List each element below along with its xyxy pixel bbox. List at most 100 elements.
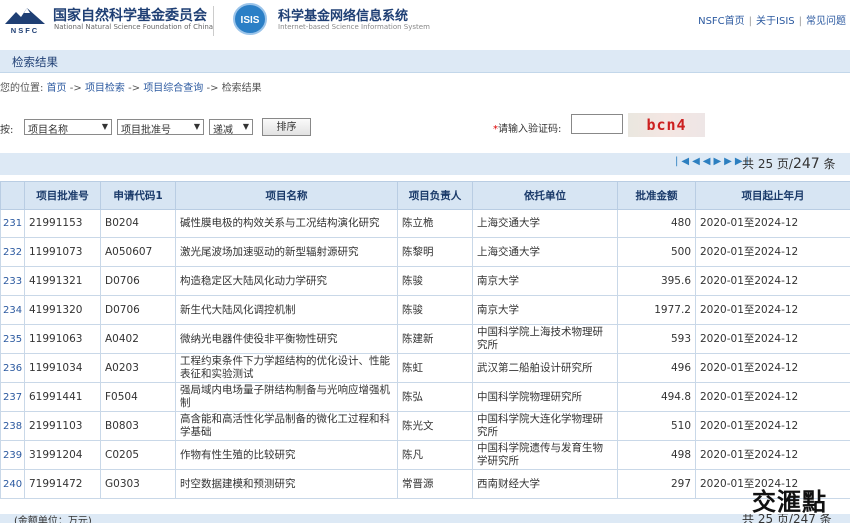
sort-order-select[interactable]: 递减 ▼ (209, 119, 253, 136)
cell-row-index[interactable]: 239 (0, 440, 25, 470)
cell-project-name[interactable]: 作物有性生殖的比较研究 (175, 440, 398, 470)
breadcrumb-home[interactable]: 首页 (47, 83, 67, 94)
cell-approval-no[interactable]: 71991472 (24, 469, 101, 499)
col-institution[interactable]: 依托单位 (472, 181, 618, 210)
cell-approval-no[interactable]: 11991063 (24, 324, 101, 354)
breadcrumb-prefix: 您的位置: (0, 83, 44, 94)
cell-period: 2020-01至2024-12 (695, 324, 850, 354)
cell-project-name[interactable]: 时空数据建模和预测研究 (175, 469, 398, 499)
cell-approval-no[interactable]: 41991321 (24, 266, 101, 296)
cell-institution: 武汉第二船舶设计研究所 (472, 353, 618, 383)
cell-pi-name: 陈弘 (397, 382, 473, 412)
table-row[interactable]: 240 71991472 G0303 时空数据建模和预测研究 常晋源 西南财经大学 297 2… (0, 469, 850, 499)
cell-pi-name: 陈骏 (397, 266, 473, 296)
cell-project-name[interactable]: 微纳光电器件使役非平衡物性研究 (175, 324, 398, 354)
about-isis-link[interactable]: 关于ISIS (756, 16, 795, 27)
cell-period: 2020-01至2024-12 (695, 440, 850, 470)
sort-field-select-1[interactable]: 项目名称 ▼ (24, 119, 112, 136)
table-row[interactable]: 231 21991153 B0204 碱性膜电极的构效关系与工况结构演化研究 陈立桅 上海… (0, 209, 850, 238)
cell-app-code: D0706 (100, 266, 176, 296)
cell-row-index[interactable]: 236 (0, 353, 25, 383)
cell-period: 2020-01至2024-12 (695, 353, 850, 383)
cell-project-name[interactable]: 高含能和高活性化学品制备的微化工过程和科学基础 (175, 411, 398, 441)
table-row[interactable]: 238 21991103 B0803 高含能和高活性化学品制备的微化工过程和科学基础陈… (0, 411, 850, 441)
breadcrumb-project-search[interactable]: 项目检索 (85, 83, 125, 94)
cell-pi-name: 常晋源 (397, 469, 473, 499)
cell-approval-no[interactable]: 11991073 (24, 237, 101, 267)
cell-app-code: G0303 (100, 469, 176, 499)
breadcrumb-composite-query[interactable]: 项目综合查询 (143, 83, 203, 94)
table-row[interactable]: 232 11991073 A050607 激光尾波场加速驱动的新型辐射源研究 陈黎明 上海… (0, 237, 850, 267)
cell-row-index[interactable]: 237 (0, 382, 25, 412)
cell-approval-no[interactable]: 21991103 (24, 411, 101, 441)
dropdown-arrow-icon: ▼ (242, 122, 249, 131)
cell-project-name[interactable]: 激光尾波场加速驱动的新型辐射源研究 (175, 237, 398, 267)
faq-link[interactable]: 常见问题 (806, 16, 846, 27)
cell-approval-no[interactable]: 61991441 (24, 382, 101, 412)
cell-approval-no[interactable]: 31991204 (24, 440, 101, 470)
sort-button[interactable]: 排序 (262, 118, 311, 136)
nsfc-logo[interactable]: NSFC (2, 3, 48, 35)
cell-project-name[interactable]: 构造稳定区大陆风化动力学研究 (175, 266, 398, 296)
table-row[interactable]: 236 11991034 A0203 工程约束条件下力学超结构的优化设计、性能表征和实… (0, 353, 850, 383)
sort-field-value-2: 项目批准号 (121, 125, 171, 136)
table-row[interactable]: 239 31991204 C0205 作物有性生殖的比较研究 陈凡 中国科学院遗传与发育生… (0, 440, 850, 470)
cell-period: 2020-01至2024-12 (695, 411, 850, 441)
cell-row-index[interactable]: 235 (0, 324, 25, 354)
first-page-icon[interactable]: |◀ (675, 156, 692, 167)
table-row[interactable]: 233 41991321 D0706 构造稳定区大陆风化动力学研究 陈骏 南京大学 395.… (0, 266, 850, 296)
nsfc-logo-text: NSFC (11, 26, 39, 35)
cell-amount: 498 (617, 440, 696, 470)
cell-approval-no[interactable]: 11991034 (24, 353, 101, 383)
breadcrumb-sep: -> (69, 83, 82, 94)
captcha-label: *请输入验证码: (493, 120, 561, 135)
org-name-cn: 国家自然科学基金委员会 (53, 8, 207, 24)
col-pi[interactable]: 项目负责人 (397, 181, 473, 210)
table-footer: (金额单位：万元) 共 25 页/247 条 (0, 514, 850, 523)
col-amount[interactable]: 批准金额 (617, 181, 696, 210)
cell-row-index[interactable]: 240 (0, 469, 25, 499)
col-index (0, 181, 25, 210)
prev-page-icon[interactable]: ◀◀ (692, 156, 713, 167)
captcha-input[interactable] (571, 114, 623, 134)
sort-field-select-2[interactable]: 项目批准号 ▼ (117, 119, 204, 136)
cell-institution: 中国科学院上海技术物理研究所 (472, 324, 618, 354)
results-table: 项目批准号 申请代码1 项目名称 项目负责人 依托单位 批准金额 项目起止年月 … (0, 181, 850, 499)
isis-logo[interactable]: ISIS (230, 1, 270, 37)
page-count-post: 条 (819, 157, 836, 171)
col-period[interactable]: 项目起止年月 (695, 181, 850, 210)
cell-period: 2020-01至2024-12 (695, 382, 850, 412)
cell-row-index[interactable]: 234 (0, 295, 25, 325)
cell-row-index[interactable]: 232 (0, 237, 25, 267)
table-row[interactable]: 235 11991063 A0402 微纳光电器件使役非平衡物性研究 陈建新 中国科学院上… (0, 324, 850, 354)
sort-by-label: 按: (0, 125, 14, 136)
cell-approval-no[interactable]: 41991320 (24, 295, 101, 325)
cell-project-name[interactable]: 新生代大陆风化调控机制 (175, 295, 398, 325)
table-row[interactable]: 237 61991441 F0504 强局域内电场量子阱结构制备与光响应增强机制 陈弘中… (0, 382, 850, 412)
cell-project-name[interactable]: 工程约束条件下力学超结构的优化设计、性能表征和实验测试 (175, 353, 398, 383)
col-approval-no[interactable]: 项目批准号 (24, 181, 101, 210)
cell-amount: 480 (617, 209, 696, 238)
cell-approval-no[interactable]: 21991153 (24, 209, 101, 238)
cell-row-index[interactable]: 238 (0, 411, 25, 441)
col-project-name[interactable]: 项目名称 (175, 181, 398, 210)
amount-unit-note: (金额单位：万元) (14, 516, 92, 523)
dropdown-arrow-icon: ▼ (101, 122, 108, 131)
cell-amount: 297 (617, 469, 696, 499)
cell-row-index[interactable]: 233 (0, 266, 25, 296)
nsfc-home-link[interactable]: NSFC首页 (698, 16, 745, 27)
top-links: NSFC首页 | 关于ISIS | 常见问题 (698, 12, 846, 27)
cell-amount: 395.6 (617, 266, 696, 296)
cell-project-name[interactable]: 强局域内电场量子阱结构制备与光响应增强机制 (175, 382, 398, 412)
cell-pi-name: 陈建新 (397, 324, 473, 354)
cell-project-name[interactable]: 碱性膜电极的构效关系与工况结构演化研究 (175, 209, 398, 238)
cell-pi-name: 陈立桅 (397, 209, 473, 238)
next-page-icon[interactable]: ▶▶ (713, 156, 734, 167)
table-row[interactable]: 234 41991320 D0706 新生代大陆风化调控机制 陈骏 南京大学 1977.2 2… (0, 295, 850, 325)
org-name-en: National Natural Science Foundation of C… (54, 23, 214, 31)
captcha-image[interactable]: bcn4 (628, 113, 705, 137)
col-app-code[interactable]: 申请代码1 (100, 181, 176, 210)
cell-amount: 510 (617, 411, 696, 441)
cell-app-code: C0205 (100, 440, 176, 470)
cell-row-index[interactable]: 231 (0, 209, 25, 238)
